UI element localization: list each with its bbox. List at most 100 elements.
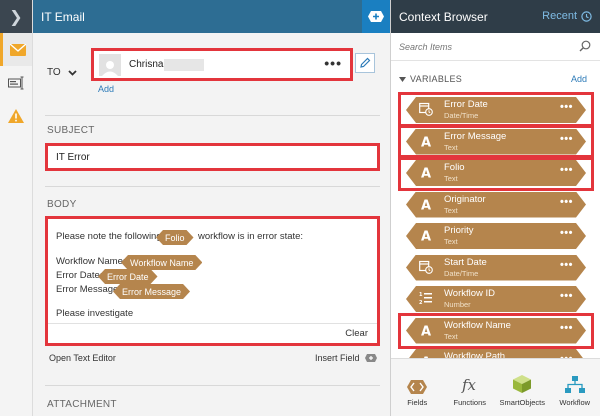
left-rail: ❯ [0, 0, 33, 416]
divider [45, 115, 380, 116]
divider [45, 186, 380, 187]
rail-warning-button[interactable] [0, 99, 32, 132]
variable-item[interactable]: 1 2 Workflow ID Number ••• [401, 284, 591, 314]
variable-item[interactable]: A Workflow Name Text ••• [398, 312, 594, 349]
error-date-field-tag[interactable]: Error Date [98, 269, 158, 284]
tab-smartobjects[interactable]: SmartObjects [496, 359, 549, 416]
search-icon [579, 40, 591, 52]
body-text: Please note the following [56, 231, 162, 242]
body-text: Workflow Name: [56, 256, 126, 267]
clock-icon [581, 10, 592, 22]
tab-workflow[interactable]: Workflow [549, 359, 600, 416]
rail-form-button[interactable] [0, 66, 32, 99]
variable-more-button[interactable]: ••• [560, 227, 573, 239]
body-text: Error Date: [56, 270, 103, 281]
to-row: TO Chrisna ••• Add [33, 43, 390, 103]
context-footer-tabs: Fields fx Functions SmartObjects Workflo… [391, 358, 600, 416]
divider [45, 385, 380, 386]
body-label: BODY [47, 199, 77, 210]
body-editor[interactable]: Please note the following Folio workflow… [45, 216, 380, 346]
svg-text:1: 1 [419, 292, 423, 298]
variable-name: Start Date [444, 256, 487, 268]
variable-item[interactable]: A Folio Text ••• [398, 155, 594, 191]
variable-item[interactable]: AWorkflow PathText••• [401, 347, 591, 358]
variable-name: Error Date [444, 99, 488, 110]
variable-more-button[interactable]: ••• [560, 101, 573, 113]
svg-text:A: A [421, 198, 431, 211]
chevron-down-icon [68, 69, 77, 76]
panel-title: IT Email [41, 9, 85, 24]
variable-name: Workflow Path [444, 351, 506, 358]
search-input[interactable] [399, 41, 569, 52]
redacted-text [164, 58, 205, 71]
search-bar [391, 33, 600, 61]
workflow-name-field-tag[interactable]: Workflow Name [121, 255, 202, 270]
add-variable-link[interactable]: Add [571, 74, 587, 84]
subject-field[interactable]: IT Error [45, 143, 380, 171]
body-text: Please investigate [56, 308, 134, 319]
clear-button[interactable]: Clear [345, 328, 368, 339]
rail-email-button[interactable] [0, 33, 32, 66]
error-message-field-tag[interactable]: Error Message [113, 284, 190, 299]
folio-field-tag[interactable]: Folio [156, 230, 194, 245]
svg-text:A: A [421, 230, 431, 243]
warning-icon [8, 108, 24, 123]
variable-more-button[interactable]: ••• [560, 196, 573, 208]
variable-type: Text [444, 174, 458, 183]
workflow-icon [564, 376, 585, 393]
variable-type: Number [444, 300, 471, 309]
subject-value: IT Error [56, 151, 90, 163]
variable-more-button[interactable]: ••• [560, 133, 573, 145]
recipient-name: Chrisna [129, 59, 164, 70]
email-form: TO Chrisna ••• Add SUBJECT IT Error BODY… [33, 33, 390, 416]
variable-item[interactable]: Error Date Date/Time ••• [398, 92, 594, 128]
tab-fields[interactable]: Fields [391, 359, 444, 416]
caret-down-icon [399, 76, 406, 82]
to-label[interactable]: TO [47, 67, 77, 78]
text-a-icon: A [419, 134, 433, 148]
variables-toggle[interactable]: VARIABLES [399, 74, 462, 84]
collapse-button[interactable]: ❯ [0, 0, 32, 33]
variable-name: Workflow ID [444, 288, 496, 299]
variable-more-button[interactable]: ••• [560, 322, 573, 334]
variable-more-button[interactable]: ••• [560, 259, 573, 271]
variable-type: Text [444, 205, 458, 215]
variable-item[interactable]: Start Date Date/Time ••• [401, 253, 591, 283]
variable-item[interactable]: A Error Message Text ••• [398, 123, 594, 160]
variable-more-button[interactable]: ••• [560, 290, 573, 302]
body-text: Error Message: [56, 284, 121, 295]
body-text: workflow is in error state: [198, 231, 304, 242]
variable-type: Date/Time [444, 111, 479, 120]
add-context-button[interactable] [362, 0, 390, 33]
attachment-label: ATTACHMENT [47, 399, 117, 410]
body-footer: Clear [48, 323, 377, 343]
calendar-clock-icon [419, 102, 433, 116]
context-browser-title: Context Browser [399, 9, 488, 24]
svg-text:A: A [421, 324, 431, 337]
svg-text:2: 2 [419, 300, 423, 305]
recent-button[interactable]: Recent [542, 10, 592, 22]
svg-text:A: A [421, 135, 431, 148]
variable-item[interactable]: A Originator Text ••• [401, 190, 591, 220]
avatar [99, 53, 121, 76]
recipient-more-button[interactable]: ••• [324, 55, 342, 71]
add-recipient-link[interactable]: Add [98, 84, 114, 94]
chevron-right-icon: ❯ [9, 7, 23, 26]
number-list-icon: 12 [419, 291, 433, 305]
open-text-editor-link[interactable]: Open Text Editor [49, 353, 116, 363]
plus-circle-icon [368, 11, 384, 22]
variable-more-button[interactable]: ••• [560, 164, 573, 176]
envelope-icon [9, 43, 26, 56]
variable-type: Text [444, 237, 458, 246]
context-browser-header: Context Browser Recent [391, 0, 600, 33]
tab-functions[interactable]: fx Functions [444, 359, 497, 416]
edit-recipient-button[interactable] [355, 53, 375, 73]
insert-field-button[interactable]: Insert Field [315, 353, 377, 363]
text-field-icon [7, 76, 23, 89]
to-recipient-field[interactable]: Chrisna ••• [91, 48, 353, 81]
variable-item[interactable]: A Priority Text ••• [401, 221, 591, 251]
smartobjects-icon [513, 375, 532, 393]
variable-name: Originator [444, 193, 486, 205]
insert-field-icon [364, 354, 377, 362]
text-a-icon: A [419, 165, 433, 180]
